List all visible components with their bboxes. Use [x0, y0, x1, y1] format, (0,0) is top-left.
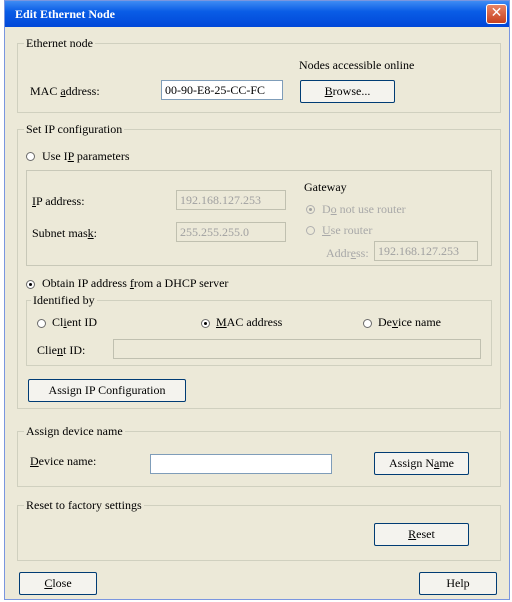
window-title: Edit Ethernet Node [15, 7, 115, 21]
client-id-field[interactable] [113, 339, 481, 359]
assign-device-name-group: Assign device name Device name: Assign N… [17, 424, 501, 487]
assign-device-name-legend: Assign device name [24, 424, 125, 439]
edit-ethernet-node-dialog: Edit Ethernet Node ✕ Ethernet node Nodes… [4, 0, 510, 600]
no-router-radio[interactable] [306, 205, 315, 214]
reset-factory-group: Reset to factory settings Reset [17, 498, 501, 561]
client-id-radio-label: Client ID [52, 315, 98, 329]
close-icon[interactable]: ✕ [486, 4, 507, 24]
mac-address-field[interactable]: 00-90-E8-25-CC-FC [161, 80, 283, 100]
use-ip-parameters-radio[interactable] [26, 152, 35, 161]
ethernet-node-legend: Ethernet node [24, 36, 95, 51]
use-ip-parameters-label: Use IP parameters [42, 149, 130, 163]
title-bar[interactable]: Edit Ethernet Node ✕ [5, 1, 509, 27]
no-router-label: Do not use router [322, 202, 406, 216]
help-button[interactable]: Help [419, 572, 497, 595]
subnet-mask-label: Subnet mask: [32, 226, 98, 240]
mac-address-radio-label: MAC address [216, 315, 283, 329]
use-router-label: Use router [322, 223, 373, 237]
router-address-field[interactable]: 192.168.127.253 [374, 241, 478, 261]
ethernet-node-group: Ethernet node Nodes accessible online MA… [17, 36, 501, 113]
device-name-radio[interactable] [363, 319, 372, 328]
mac-address-label: MAC address: [30, 84, 100, 98]
router-address-label: Address: [326, 246, 369, 260]
subnet-mask-field[interactable]: 255.255.255.0 [176, 222, 286, 242]
dhcp-label: Obtain IP address from a DHCP server [42, 276, 229, 290]
nodes-online-label: Nodes accessible online [299, 58, 415, 72]
close-button[interactable]: Close [19, 572, 97, 595]
identified-by-group: Identified by Client ID MAC address Devi… [26, 293, 492, 366]
assign-name-button[interactable]: Assign Name [374, 452, 469, 475]
ip-config-group: Set IP configuration Use IP parameters I… [17, 122, 501, 409]
device-name-radio-label: Device name [378, 315, 441, 329]
use-router-radio[interactable] [306, 226, 315, 235]
ip-config-legend: Set IP configuration [24, 122, 125, 137]
dhcp-radio[interactable] [26, 280, 35, 289]
device-name-label: Device name: [30, 454, 97, 468]
client-id-radio[interactable] [37, 319, 46, 328]
device-name-field[interactable] [150, 454, 332, 474]
identified-by-legend: Identified by [31, 293, 97, 308]
assign-ip-configuration-button[interactable]: Assign IP Configuration [28, 379, 186, 402]
gateway-label: Gateway [304, 180, 347, 194]
reset-factory-legend: Reset to factory settings [24, 498, 144, 513]
reset-button[interactable]: Reset [374, 523, 469, 546]
mac-address-radio[interactable] [201, 319, 210, 328]
client-id-field-label: Client ID: [37, 343, 86, 357]
browse-button[interactable]: Browse... [300, 80, 395, 103]
ip-address-field[interactable]: 192.168.127.253 [176, 190, 286, 210]
ip-address-label: IP address: [32, 194, 85, 208]
